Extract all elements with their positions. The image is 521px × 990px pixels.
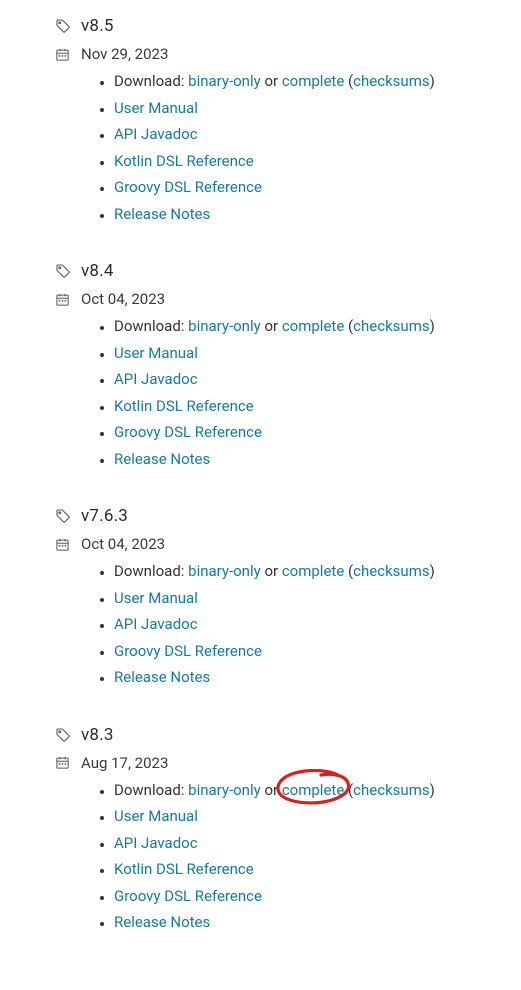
or-word: or [264, 562, 278, 580]
doc-link[interactable]: User Manual [114, 589, 198, 607]
list-item: Download: binary-only or complete (check… [114, 313, 501, 340]
list-item: User Manual [114, 803, 501, 830]
checksums-link[interactable]: checksums [353, 317, 429, 335]
version-label: v8.3 [81, 725, 114, 745]
calendar-icon [55, 755, 70, 770]
list-item: Groovy DSL Reference [114, 638, 501, 665]
list-item: Download: binary-only or complete (check… [114, 777, 501, 804]
release-date: Oct 04, 2023 [81, 535, 165, 553]
download-label: Download: [114, 72, 184, 90]
list-item: Release Notes [114, 446, 501, 473]
list-item: API Javadoc [114, 830, 501, 857]
doc-link[interactable]: Groovy DSL Reference [114, 423, 262, 441]
version-row: v8.4 [55, 261, 501, 281]
paren-close: ) [430, 72, 435, 90]
list-item: API Javadoc [114, 121, 501, 148]
or-word: or [264, 317, 278, 335]
download-label: Download: [114, 317, 184, 335]
release-block: v7.6.3 Oct 04, 2023 Download: binary-only … [56, 506, 501, 691]
release-links-list: Download: binary-only or complete (check… [56, 313, 501, 472]
calendar-icon [55, 47, 70, 62]
date-row: Aug 17, 2023 [55, 754, 501, 772]
list-item: Kotlin DSL Reference [114, 148, 501, 175]
doc-link[interactable]: API Javadoc [114, 834, 198, 852]
tag-icon [55, 263, 71, 279]
doc-link[interactable]: Groovy DSL Reference [114, 887, 262, 905]
release-block: v8.4 Oct 04, 2023 Download: binary-only or… [56, 261, 501, 472]
doc-link[interactable]: Kotlin DSL Reference [114, 397, 254, 415]
date-row: Nov 29, 2023 [55, 45, 501, 63]
download-complete-link[interactable]: complete [282, 72, 344, 90]
version-row: v7.6.3 [55, 506, 501, 526]
paren-close: ) [430, 781, 435, 799]
download-binary-only-link[interactable]: binary-only [188, 317, 261, 335]
doc-link[interactable]: Kotlin DSL Reference [114, 860, 254, 878]
date-row: Oct 04, 2023 [55, 290, 501, 308]
calendar-icon [55, 537, 70, 552]
list-item: User Manual [114, 340, 501, 367]
download-complete-link[interactable]: complete [282, 562, 344, 580]
doc-link[interactable]: Groovy DSL Reference [114, 642, 262, 660]
version-label: v8.5 [81, 16, 114, 36]
list-item: Download: binary-only or complete (check… [114, 558, 501, 585]
download-label: Download: [114, 562, 184, 580]
doc-link[interactable]: User Manual [114, 99, 198, 117]
release-links-list: Download: binary-only or complete (check… [56, 558, 501, 691]
doc-link[interactable]: Groovy DSL Reference [114, 178, 262, 196]
or-word: or [264, 72, 278, 90]
list-item: Release Notes [114, 909, 501, 936]
list-item: Release Notes [114, 664, 501, 691]
doc-link[interactable]: Release Notes [114, 913, 210, 931]
release-links-list: Download: binary-only or complete (check… [56, 68, 501, 227]
download-binary-only-link[interactable]: binary-only [188, 781, 261, 799]
release-date: Aug 17, 2023 [81, 754, 168, 772]
list-item: User Manual [114, 95, 501, 122]
tag-icon [55, 18, 71, 34]
version-row: v8.5 [55, 16, 501, 36]
download-binary-only-link[interactable]: binary-only [188, 72, 261, 90]
doc-link[interactable]: API Javadoc [114, 615, 198, 633]
version-label: v8.4 [81, 261, 114, 281]
list-item: Kotlin DSL Reference [114, 393, 501, 420]
list-item: Groovy DSL Reference [114, 883, 501, 910]
checksums-link[interactable]: checksums [353, 781, 429, 799]
version-row: v8.3 [55, 725, 501, 745]
download-label: Download: [114, 781, 184, 799]
doc-link[interactable]: Kotlin DSL Reference [114, 152, 254, 170]
list-item: API Javadoc [114, 366, 501, 393]
doc-link[interactable]: Release Notes [114, 205, 210, 223]
list-item: Kotlin DSL Reference [114, 856, 501, 883]
list-item: Release Notes [114, 201, 501, 228]
release-block: v8.5 Nov 29, 2023 Download: binary-only or… [56, 16, 501, 227]
doc-link[interactable]: Release Notes [114, 668, 210, 686]
release-block: v8.3 Aug 17, 2023 Download: binary-only or… [56, 725, 501, 936]
date-row: Oct 04, 2023 [55, 535, 501, 553]
tag-icon [55, 508, 71, 524]
doc-link[interactable]: User Manual [114, 807, 198, 825]
list-item: Groovy DSL Reference [114, 419, 501, 446]
checksums-link[interactable]: checksums [353, 72, 429, 90]
release-date: Nov 29, 2023 [81, 45, 168, 63]
list-item: User Manual [114, 585, 501, 612]
or-word: or [264, 781, 278, 799]
download-complete-link[interactable]: complete [282, 781, 344, 799]
paren-close: ) [430, 317, 435, 335]
list-item: Groovy DSL Reference [114, 174, 501, 201]
download-binary-only-link[interactable]: binary-only [188, 562, 261, 580]
doc-link[interactable]: Release Notes [114, 450, 210, 468]
release-date: Oct 04, 2023 [81, 290, 165, 308]
release-links-list: Download: binary-only or complete (check… [56, 777, 501, 936]
calendar-icon [55, 292, 70, 307]
paren-close: ) [430, 562, 435, 580]
checksums-link[interactable]: checksums [353, 562, 429, 580]
list-item: Download: binary-only or complete (check… [114, 68, 501, 95]
download-complete-link[interactable]: complete [282, 317, 344, 335]
doc-link[interactable]: API Javadoc [114, 125, 198, 143]
tag-icon [55, 727, 71, 743]
list-item: API Javadoc [114, 611, 501, 638]
doc-link[interactable]: API Javadoc [114, 370, 198, 388]
doc-link[interactable]: User Manual [114, 344, 198, 362]
version-label: v7.6.3 [81, 506, 128, 526]
